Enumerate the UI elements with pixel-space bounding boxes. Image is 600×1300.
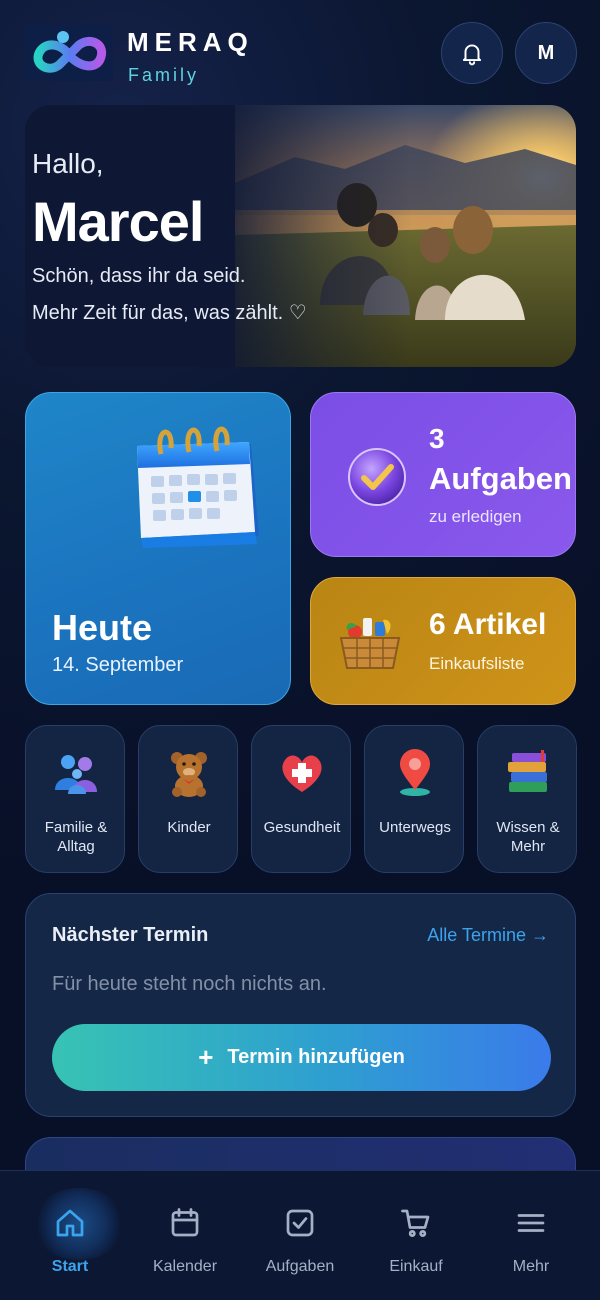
category-label: Wissen & Mehr <box>496 819 560 855</box>
category-family[interactable]: Familie & Alltag <box>25 725 125 873</box>
welcome-line-1: Schön, dass ihr da seid. <box>32 265 246 287</box>
category-label: Unterwegs <box>379 819 451 836</box>
teddy-bear-icon <box>171 752 207 797</box>
welcome-line-2: Mehr Zeit für das, was zählt. ♡ <box>32 302 307 324</box>
books-icon <box>508 750 547 792</box>
tasks-card[interactable]: 3 Aufgaben zu erledigen <box>310 392 576 557</box>
today-date: 14. September <box>52 654 184 676</box>
nav-label: Aufgaben <box>265 1258 335 1275</box>
bottom-navigation: Start Kalender Aufgaben Einkauf Mehr <box>0 1170 600 1300</box>
avatar[interactable]: M <box>515 22 577 84</box>
nav-label: Kalender <box>152 1258 218 1275</box>
basket-icon <box>339 618 401 669</box>
menu-icon <box>517 1214 545 1232</box>
next-appointment-title: Nächster Termin <box>52 924 209 946</box>
check-badge-icon <box>348 448 406 506</box>
calendar-icon <box>137 426 259 548</box>
family-icon <box>55 755 97 794</box>
brand-subtitle: Family <box>128 65 199 85</box>
calendar-icon <box>171 1208 199 1237</box>
category-knowledge[interactable]: Wissen & Mehr <box>477 725 577 873</box>
nav-calendar[interactable]: Kalender <box>125 1171 245 1300</box>
nav-label: Mehr <box>512 1258 550 1275</box>
plus-icon: + <box>198 1042 214 1072</box>
nav-label: Start <box>51 1258 89 1275</box>
today-card[interactable]: Heute 14. September <box>25 392 291 705</box>
category-health[interactable]: Gesundheit <box>251 725 351 873</box>
location-pin-icon <box>400 749 430 796</box>
category-travel[interactable]: Unterwegs <box>364 725 464 873</box>
category-label: Familie & Alltag <box>44 819 108 855</box>
today-title: Heute <box>52 607 153 648</box>
category-kids[interactable]: Kinder <box>138 725 238 873</box>
home-icon <box>56 1209 84 1237</box>
category-label: Kinder <box>167 819 211 836</box>
tasks-count: 3 <box>429 423 445 454</box>
nav-tasks[interactable]: Aufgaben <box>240 1171 360 1300</box>
all-appointments-link[interactable]: Alle Termine → <box>427 925 549 946</box>
brand-name: MERAQ <box>127 27 254 57</box>
nav-shopping[interactable]: Einkauf <box>356 1171 476 1300</box>
shopping-card[interactable]: 6 Artikel Einkaufsliste <box>310 577 576 705</box>
shopping-subtitle: Einkaufsliste <box>429 654 525 673</box>
shopping-count: 6 Artikel <box>429 608 547 641</box>
tasks-title: Aufgaben <box>429 461 572 496</box>
welcome-hero: Hallo, Marcel Schön, dass ihr da seid. M… <box>25 105 576 367</box>
checkbox-icon <box>286 1209 314 1237</box>
add-appointment-button[interactable]: + Termin hinzufügen <box>52 1024 551 1091</box>
tasks-subtitle: zu erledigen <box>429 507 522 526</box>
nav-label: Einkauf <box>389 1258 443 1275</box>
empty-state-text: Für heute steht noch nichts an. <box>52 973 327 995</box>
add-appointment-label: Termin hinzufügen <box>227 1046 405 1068</box>
notifications-button[interactable] <box>441 22 503 84</box>
app-header: MERAQ Family M <box>0 0 600 105</box>
user-name: Marcel <box>32 190 204 253</box>
cart-icon <box>401 1209 430 1237</box>
nav-start[interactable]: Start <box>10 1171 130 1300</box>
greeting: Hallo, <box>32 148 104 179</box>
logo-icon <box>25 25 113 81</box>
health-heart-icon <box>282 755 322 792</box>
bell-icon <box>462 44 482 66</box>
category-label: Gesundheit <box>263 819 341 836</box>
next-appointment-card: Nächster Termin Alle Termine → Für heute… <box>25 893 576 1117</box>
nav-more[interactable]: Mehr <box>471 1171 591 1300</box>
